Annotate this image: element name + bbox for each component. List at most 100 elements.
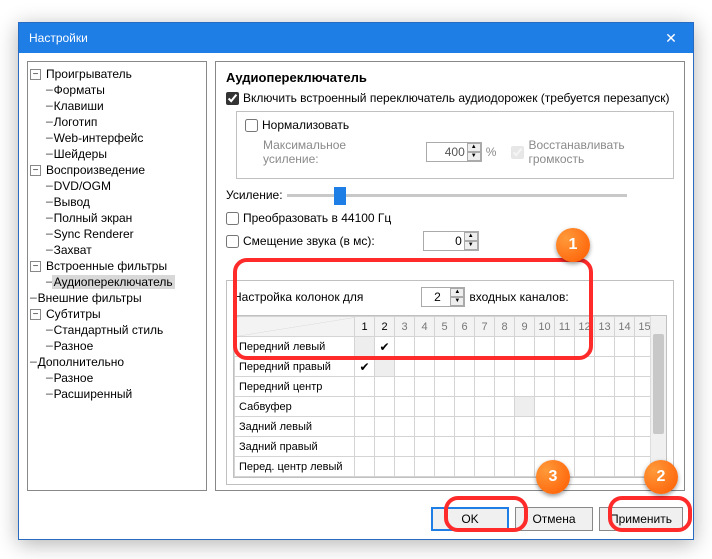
matrix-cell[interactable]: [395, 457, 415, 477]
spin-up[interactable]: ▲: [464, 232, 478, 241]
offset-input-wrap[interactable]: ▲▼: [423, 231, 479, 251]
matrix-cell[interactable]: [435, 437, 455, 457]
tree-item[interactable]: ─ Логотип: [30, 114, 204, 130]
tree-item[interactable]: ─ Полный экран: [30, 210, 204, 226]
tree-item[interactable]: ─ DVD/OGM: [30, 178, 204, 194]
matrix-cell[interactable]: [555, 377, 575, 397]
matrix-cell[interactable]: [355, 417, 375, 437]
matrix-cell[interactable]: [595, 437, 615, 457]
matrix-cell[interactable]: [615, 417, 635, 437]
speaker-matrix[interactable]: 123456789101112131415161718Передний левы…: [233, 315, 667, 478]
gain-slider[interactable]: [287, 185, 627, 205]
matrix-cell[interactable]: [355, 377, 375, 397]
matrix-cell[interactable]: [415, 417, 435, 437]
tree-expander[interactable]: −: [30, 261, 41, 272]
spin-up[interactable]: ▲: [450, 288, 464, 297]
matrix-cell[interactable]: [455, 457, 475, 477]
matrix-cell[interactable]: [415, 337, 435, 357]
tree-item[interactable]: ─ Разное: [30, 370, 204, 386]
matrix-cell[interactable]: [375, 377, 395, 397]
matrix-cell[interactable]: [615, 357, 635, 377]
matrix-cell[interactable]: [595, 417, 615, 437]
matrix-cell[interactable]: [575, 397, 595, 417]
matrix-cell[interactable]: [415, 437, 435, 457]
matrix-cell[interactable]: [535, 337, 555, 357]
matrix-cell[interactable]: [535, 397, 555, 417]
matrix-cell[interactable]: [375, 397, 395, 417]
matrix-cell[interactable]: [475, 337, 495, 357]
matrix-cell[interactable]: [495, 437, 515, 457]
matrix-cell[interactable]: [615, 377, 635, 397]
matrix-cell[interactable]: [515, 397, 535, 417]
resample-checkbox[interactable]: [226, 212, 239, 225]
tree-item[interactable]: −Встроенные фильтры: [30, 258, 204, 274]
channels-input-wrap[interactable]: ▲▼: [421, 287, 465, 307]
matrix-cell[interactable]: [575, 337, 595, 357]
matrix-cell[interactable]: [535, 377, 555, 397]
matrix-cell[interactable]: [575, 417, 595, 437]
matrix-cell[interactable]: [575, 377, 595, 397]
matrix-cell[interactable]: [575, 457, 595, 477]
matrix-cell[interactable]: [415, 457, 435, 477]
matrix-cell[interactable]: [615, 337, 635, 357]
tree-item[interactable]: ─ Клавиши: [30, 98, 204, 114]
enable-switcher-checkbox[interactable]: [226, 92, 239, 105]
matrix-cell[interactable]: [415, 397, 435, 417]
matrix-cell[interactable]: [595, 357, 615, 377]
matrix-cell[interactable]: [355, 397, 375, 417]
matrix-cell[interactable]: [575, 437, 595, 457]
matrix-cell[interactable]: [595, 377, 615, 397]
matrix-cell[interactable]: [435, 357, 455, 377]
matrix-cell[interactable]: [495, 357, 515, 377]
tree-item[interactable]: ─ Sync Renderer: [30, 226, 204, 242]
category-tree[interactable]: −Проигрыватель─ Форматы─ Клавиши─ Логоти…: [27, 61, 207, 491]
matrix-cell[interactable]: [515, 377, 535, 397]
tree-item[interactable]: ─ Вывод: [30, 194, 204, 210]
matrix-cell[interactable]: [375, 457, 395, 477]
offset-checkbox[interactable]: [226, 235, 239, 248]
normalize-checkbox[interactable]: [245, 119, 258, 132]
matrix-cell[interactable]: [395, 337, 415, 357]
tree-expander[interactable]: −: [30, 165, 41, 176]
tree-item[interactable]: ─ Дополнительно: [30, 354, 204, 370]
matrix-cell[interactable]: [555, 357, 575, 377]
spin-down[interactable]: ▼: [464, 241, 478, 250]
tree-item[interactable]: −Субтитры: [30, 306, 204, 322]
matrix-cell[interactable]: [395, 397, 415, 417]
tree-item[interactable]: ─ Форматы: [30, 82, 204, 98]
matrix-cell[interactable]: [535, 357, 555, 377]
matrix-cell[interactable]: [475, 397, 495, 417]
tree-item[interactable]: −Воспроизведение: [30, 162, 204, 178]
matrix-cell[interactable]: [495, 337, 515, 357]
matrix-cell[interactable]: [355, 457, 375, 477]
tree-item[interactable]: ─ Разное: [30, 338, 204, 354]
matrix-cell[interactable]: [355, 437, 375, 457]
matrix-cell[interactable]: [555, 437, 575, 457]
tree-item[interactable]: ─ Web-интерфейс: [30, 130, 204, 146]
matrix-cell[interactable]: [415, 357, 435, 377]
apply-button[interactable]: Применить: [599, 507, 683, 531]
matrix-cell[interactable]: [455, 357, 475, 377]
matrix-cell[interactable]: [615, 457, 635, 477]
matrix-cell[interactable]: [555, 337, 575, 357]
tree-item[interactable]: ─ Стандартный стиль: [30, 322, 204, 338]
matrix-cell[interactable]: [515, 417, 535, 437]
tree-expander[interactable]: −: [30, 69, 41, 80]
matrix-cell[interactable]: [595, 457, 615, 477]
cancel-button[interactable]: Отмена: [515, 507, 593, 531]
matrix-cell[interactable]: [515, 357, 535, 377]
matrix-cell[interactable]: [475, 417, 495, 437]
matrix-cell[interactable]: [415, 377, 435, 397]
matrix-cell[interactable]: ✔: [355, 357, 375, 377]
tree-expander[interactable]: −: [30, 309, 41, 320]
matrix-cell[interactable]: [395, 417, 415, 437]
matrix-cell[interactable]: [395, 437, 415, 457]
matrix-cell[interactable]: [455, 397, 475, 417]
spin-down[interactable]: ▼: [450, 297, 464, 306]
matrix-cell[interactable]: [475, 457, 495, 477]
matrix-cell[interactable]: [455, 377, 475, 397]
matrix-cell[interactable]: [475, 357, 495, 377]
matrix-cell[interactable]: [375, 417, 395, 437]
tree-item[interactable]: ─ Аудиопереключатель: [30, 274, 204, 290]
matrix-cell[interactable]: [595, 397, 615, 417]
